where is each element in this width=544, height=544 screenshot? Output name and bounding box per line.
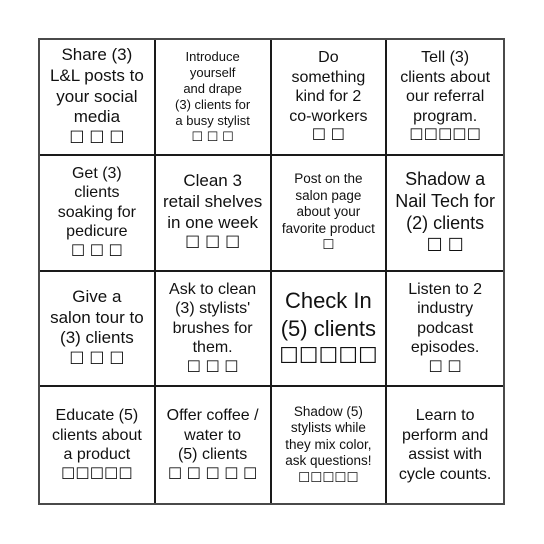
- bingo-cell-offer-coffee[interactable]: Offer coffee / water to (5) clients ☐ ☐ …: [156, 387, 272, 503]
- bingo-cell-pedicure-soak[interactable]: Get (3) clients soaking for pedicure ☐ ☐…: [40, 155, 156, 272]
- cell-text: Post on the salon page about your favori…: [281, 171, 375, 236]
- bingo-cell-shadow-color-mix[interactable]: Shadow (5) stylists while they mix color…: [272, 387, 388, 503]
- bingo-cell-industry-podcasts[interactable]: Listen to 2 industry podcast episodes. ☐…: [387, 272, 503, 388]
- checkbox-group[interactable]: ☐: [322, 237, 334, 253]
- cell-text: Get (3) clients soaking for pedicure: [57, 164, 136, 241]
- checkbox-group[interactable]: ☐ ☐: [312, 126, 345, 146]
- bingo-cell-cycle-counts[interactable]: Learn to perform and assist with cycle c…: [387, 387, 503, 503]
- checkbox-group[interactable]: ☐ ☐ ☐: [71, 242, 123, 262]
- checkbox-group[interactable]: ☐ ☐ ☐: [187, 358, 239, 378]
- cell-text: Tell (3) clients about our referral prog…: [400, 49, 491, 125]
- bingo-cell-referral-program[interactable]: Tell (3) clients about our referral prog…: [387, 40, 503, 156]
- checkbox-group[interactable]: ☐ ☐: [426, 235, 463, 257]
- cell-text: Listen to 2 industry podcast episodes.: [408, 280, 483, 357]
- bingo-cell-kind-coworkers[interactable]: Do something kind for 2 co-workers ☐ ☐: [271, 40, 388, 156]
- bingo-cell-clean-shelves[interactable]: Clean 3 retail shelves in one week ☐ ☐ ☐: [155, 155, 272, 272]
- bingo-cell-educate-product[interactable]: Educate (5) clients about a product ☐☐☐☐…: [40, 387, 156, 503]
- checkbox-group[interactable]: ☐ ☐ ☐ ☐ ☐: [168, 465, 258, 485]
- bingo-cell-check-in-clients[interactable]: Check In (5) clients ☐☐☐☐☐: [271, 271, 388, 388]
- cell-text: Do something kind for 2 co-workers: [289, 49, 368, 125]
- cell-text: Check In (5) clients: [280, 288, 377, 341]
- checkbox-group[interactable]: ☐ ☐: [429, 358, 462, 378]
- cell-text: Introduce yourself and drape (3) clients…: [175, 49, 251, 128]
- bingo-cell-salon-tour[interactable]: Give a salon tour to (3) clients ☐ ☐ ☐: [40, 271, 156, 388]
- cell-text: Offer coffee / water to (5) clients: [166, 407, 259, 464]
- cell-text: Shadow (5) stylists while they mix color…: [285, 403, 372, 469]
- bingo-cell-share-posts[interactable]: Share (3) L&L posts to your social media…: [40, 40, 156, 156]
- checkbox-group[interactable]: ☐ ☐ ☐: [185, 233, 240, 254]
- cell-text: Educate (5) clients about a product: [51, 407, 142, 464]
- checkbox-group[interactable]: ☐☐☐☐☐: [279, 342, 378, 370]
- bingo-cell-salon-page-post[interactable]: Post on the salon page about your favori…: [271, 155, 388, 272]
- cell-text: Give a salon tour to (3) clients: [50, 286, 144, 348]
- bingo-cell-shadow-nail-tech[interactable]: Shadow a Nail Tech for (2) clients ☐ ☐: [387, 156, 503, 272]
- checkbox-group[interactable]: ☐ ☐ ☐: [192, 129, 234, 145]
- checkbox-group[interactable]: ☐☐☐☐☐: [61, 465, 133, 485]
- cell-text: Ask to clean (3) stylists' brushes for t…: [169, 280, 257, 357]
- cell-text: Learn to perform and assist with cycle c…: [398, 407, 492, 483]
- checkbox-group[interactable]: ☐☐☐☐☐: [298, 470, 359, 486]
- cell-text: Share (3) L&L posts to your social media: [49, 45, 144, 127]
- bingo-board: Share (3) L&L posts to your social media…: [38, 38, 505, 505]
- bingo-cell-introduce-drape[interactable]: Introduce yourself and drape (3) clients…: [155, 40, 272, 156]
- cell-text: Clean 3 retail shelves in one week: [163, 171, 263, 232]
- checkbox-group[interactable]: ☐ ☐ ☐: [69, 128, 124, 149]
- checkbox-group[interactable]: ☐☐☐☐☐: [409, 126, 481, 146]
- checkbox-group[interactable]: ☐ ☐ ☐: [69, 349, 124, 370]
- bingo-cell-clean-brushes[interactable]: Ask to clean (3) stylists' brushes for t…: [155, 271, 272, 388]
- cell-text: Shadow a Nail Tech for (2) clients: [395, 168, 495, 233]
